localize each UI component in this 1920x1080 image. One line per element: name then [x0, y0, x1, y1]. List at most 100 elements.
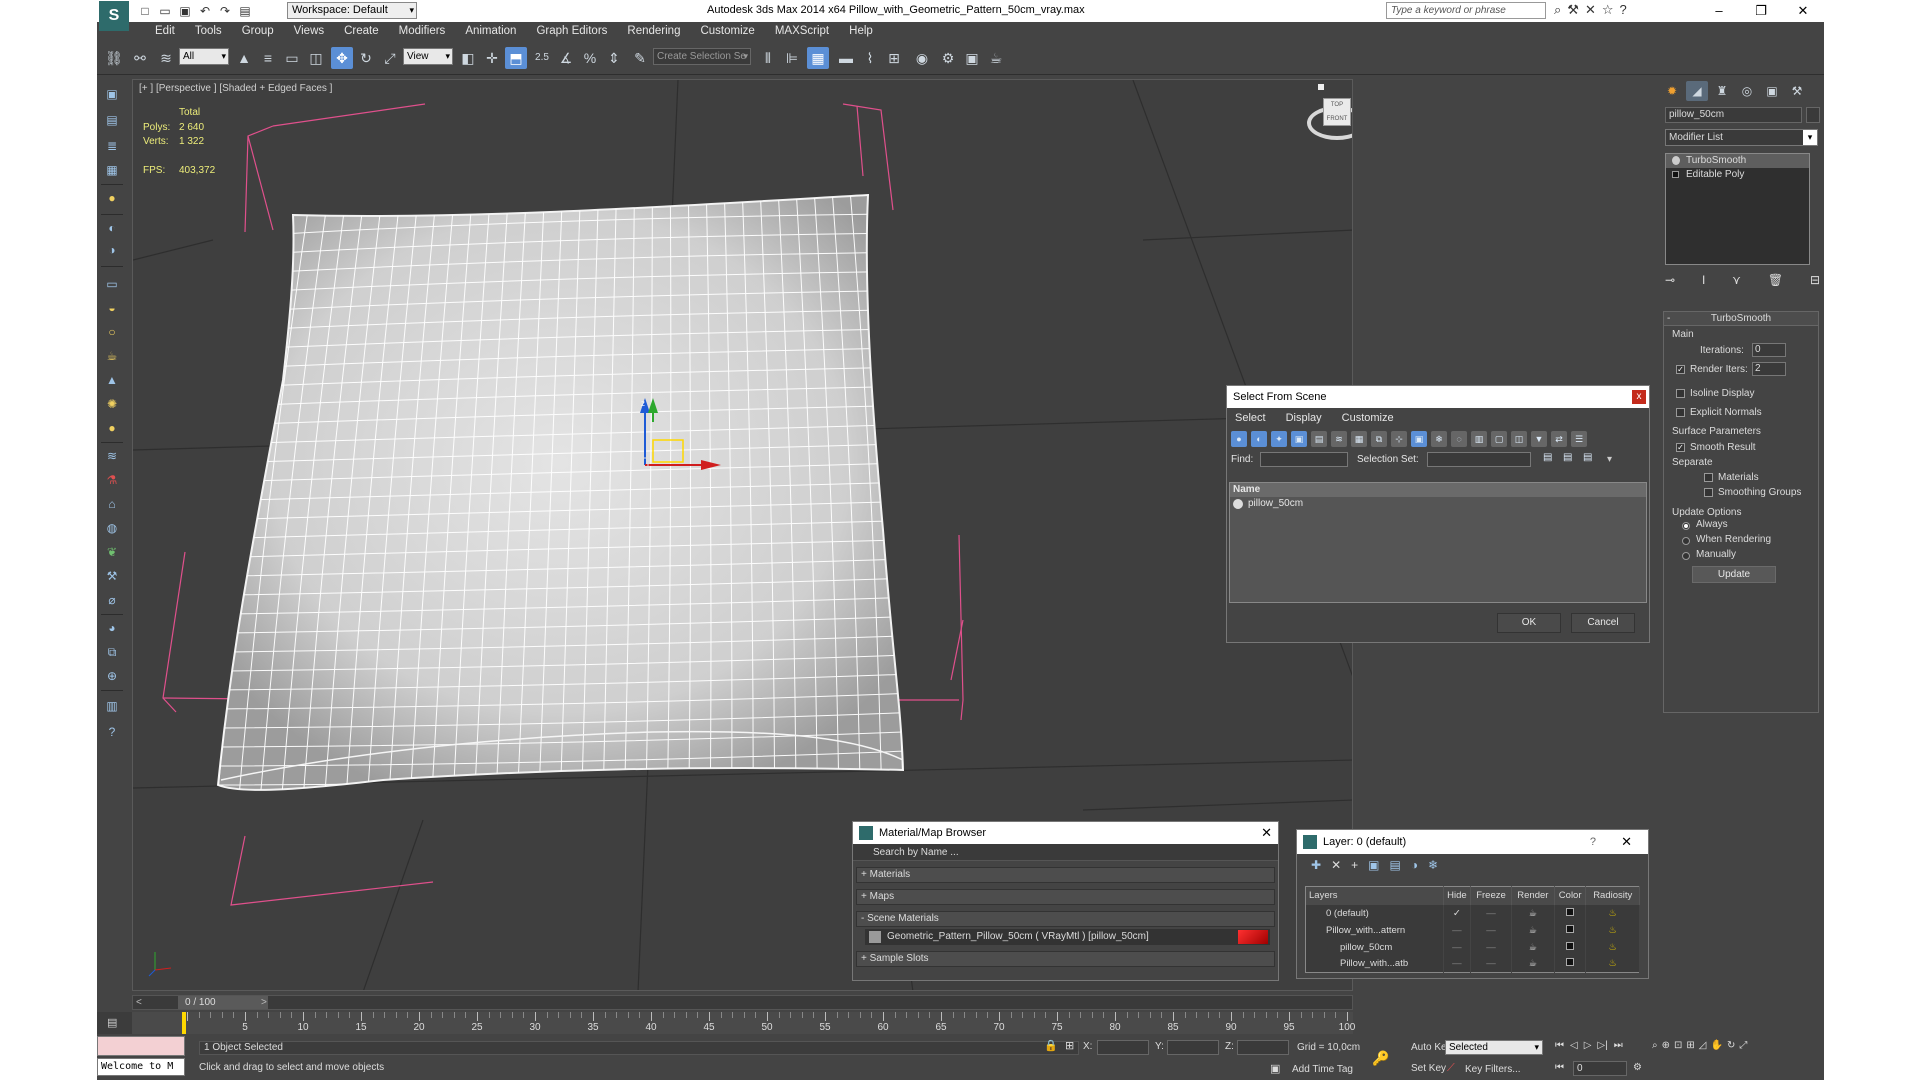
menu-maxscript[interactable]: MAXScript [765, 22, 839, 41]
object-color-swatch[interactable] [1806, 107, 1820, 123]
group-sample-slots[interactable]: + Sample Slots [856, 951, 1275, 967]
open-file-icon[interactable]: ▭ [157, 3, 173, 19]
smoothing-groups-checkbox[interactable] [1704, 488, 1713, 497]
menu-help[interactable]: Help [839, 22, 883, 41]
fov-icon[interactable]: ◿ [1699, 1040, 1707, 1051]
iterations-spinner[interactable]: 0 [1752, 343, 1786, 357]
highlight-selected-icon[interactable]: ▤ [1389, 858, 1400, 872]
menu-customize[interactable]: Customize [1342, 408, 1394, 428]
select-scale-icon[interactable]: ⤢ [379, 47, 401, 69]
display-lights-icon[interactable]: ✦ [1271, 431, 1287, 447]
rendered-frame-window-icon[interactable]: ▣ [961, 47, 983, 69]
ball-icon[interactable]: ◕ [102, 618, 122, 638]
close-icon[interactable]: ✕ [1261, 822, 1272, 844]
exchange-icon[interactable]: ✕ [1585, 2, 1596, 18]
menu-tools[interactable]: Tools [185, 22, 232, 41]
layer-color-swatch[interactable] [1554, 904, 1587, 922]
manually-radio[interactable] [1682, 552, 1690, 560]
layer-color-swatch[interactable] [1554, 955, 1587, 973]
sphere-icon[interactable]: ○ [102, 322, 122, 342]
table-row[interactable]: Pillow_with...attern — — ☕ ♨ [1305, 921, 1640, 939]
current-frame-field[interactable]: 0 [1573, 1061, 1627, 1076]
always-radio[interactable] [1682, 522, 1690, 530]
layer-name[interactable]: 0 (default) [1305, 904, 1444, 922]
help-icon[interactable]: ? [1620, 2, 1627, 18]
globe-icon[interactable]: ◍ [102, 518, 122, 538]
doc-icon[interactable]: ▥ [102, 696, 122, 716]
radiosity-icon[interactable]: ♨ [1585, 921, 1640, 939]
col-render[interactable]: Render [1511, 886, 1555, 905]
percent-snap-icon[interactable]: % [579, 47, 601, 69]
filter-icon[interactable]: ▼ [1531, 431, 1547, 447]
select-manipulate-icon[interactable]: ✛ [481, 47, 503, 69]
hierarchy-icon[interactable]: ☰ [1571, 431, 1587, 447]
configure-sets-icon[interactable]: ⊟ [1810, 273, 1820, 287]
go-to-end-icon[interactable]: ⏭ [1614, 1040, 1623, 1051]
render-setup-icon[interactable]: ⚙ [937, 47, 959, 69]
radiosity-icon[interactable]: ♨ [1585, 938, 1640, 956]
explicit-normals-checkbox[interactable] [1676, 408, 1685, 417]
bind-space-warp-icon[interactable]: ≋ [155, 47, 177, 69]
menu-group[interactable]: Group [232, 22, 284, 41]
expand-icon[interactable] [1672, 171, 1679, 178]
modifier-list-dropdown[interactable]: Modifier List [1665, 129, 1818, 146]
layer-explorer-icon[interactable]: ▦ [807, 47, 829, 69]
display-hidden-icon[interactable]: ◌ [1451, 431, 1467, 447]
app-logo-icon[interactable]: S [99, 1, 129, 31]
options-chevron-icon[interactable]: ▾ [1607, 454, 1612, 465]
group-materials[interactable]: + Materials [856, 867, 1275, 883]
freeze-toggle[interactable]: — [1470, 955, 1512, 973]
table-row[interactable]: Pillow_with...atb — — ☕ ♨ [1305, 955, 1640, 973]
layer-title-bar[interactable]: Layer: 0 (default) ? ✕ [1297, 830, 1648, 854]
display-spacewarps-icon[interactable]: ≋ [1331, 431, 1347, 447]
x-coordinate-field[interactable] [1097, 1040, 1149, 1055]
pin-stack-icon[interactable]: ⊸ [1665, 273, 1675, 287]
zoom-extents-all-icon[interactable]: ⊞ [1686, 1040, 1694, 1051]
render-teapot-icon[interactable]: ☕ [1511, 955, 1555, 973]
viewport-label[interactable]: [+ ] [Perspective ] [Shaded + Edged Face… [139, 83, 332, 94]
workspace-dropdown[interactable]: Workspace: Default ▾ [287, 2, 417, 19]
select-all-icon[interactable]: ▥ [1471, 431, 1487, 447]
menu-views[interactable]: Views [284, 22, 334, 41]
set-key-icon[interactable]: 🔑 [1372, 1050, 1389, 1067]
light-icon[interactable]: ● [102, 188, 122, 208]
time-tag-icon[interactable]: ▣ [1270, 1062, 1280, 1075]
hide-toggle[interactable]: — [1443, 955, 1472, 973]
align-icon[interactable]: ⊫ [781, 47, 803, 69]
hierarchy-tab-icon[interactable]: ♜ [1711, 81, 1733, 101]
toggle-ribbon-icon[interactable]: ▬ [835, 47, 857, 69]
next-frame-icon[interactable]: ▷| [1597, 1040, 1607, 1051]
star-icon[interactable]: ☆ [1602, 2, 1614, 18]
when-rendering-radio[interactable] [1682, 537, 1690, 545]
keyword-search-input[interactable]: Type a keyword or phrase [1386, 2, 1546, 19]
create-tab-icon[interactable]: ✹ [1661, 81, 1683, 101]
cancel-button[interactable]: Cancel [1571, 613, 1635, 633]
menu-edit[interactable]: Edit [145, 22, 185, 41]
minimize-icon[interactable]: – [1698, 0, 1740, 22]
foliage-icon[interactable]: ❦ [102, 542, 122, 562]
render-teapot-icon[interactable]: ☕ [1511, 904, 1555, 922]
next-frame-arrow-icon[interactable]: > [261, 996, 267, 1009]
col-color[interactable]: Color [1554, 886, 1587, 905]
separate-materials-checkbox[interactable] [1704, 473, 1713, 482]
display-xrefs-icon[interactable]: ⧉ [1371, 431, 1387, 447]
display-bones-icon[interactable]: ⊹ [1391, 431, 1407, 447]
menu-create[interactable]: Create [334, 22, 389, 41]
maxscript-listener-input[interactable] [97, 1036, 185, 1056]
rect-selection-icon[interactable]: ▭ [281, 47, 303, 69]
create-layer-icon[interactable]: ✚ [1311, 858, 1321, 872]
render-iters-checkbox[interactable]: ✓ [1676, 365, 1685, 374]
spinner-snap-icon[interactable]: ⇕ [603, 47, 625, 69]
list-icon[interactable]: ≣ [102, 136, 122, 156]
smooth-result-checkbox[interactable]: ✓ [1676, 443, 1685, 452]
zoom-extents-icon[interactable]: ⊡ [1674, 1040, 1682, 1051]
freeze-unfreeze-icon[interactable]: ❄ [1428, 858, 1438, 872]
freeze-toggle[interactable]: — [1470, 904, 1512, 922]
hide-unhide-icon[interactable]: ◑ [1411, 858, 1418, 872]
display-groups-icon[interactable]: ▦ [1351, 431, 1367, 447]
mirror-icon[interactable]: ⫴ [757, 47, 779, 69]
home-icon[interactable] [1318, 84, 1324, 90]
selection-filter-dropdown[interactable]: All [179, 48, 229, 65]
angle-snap-icon[interactable]: ∡ [555, 47, 577, 69]
select-object-icon[interactable]: ▲ [233, 47, 255, 69]
